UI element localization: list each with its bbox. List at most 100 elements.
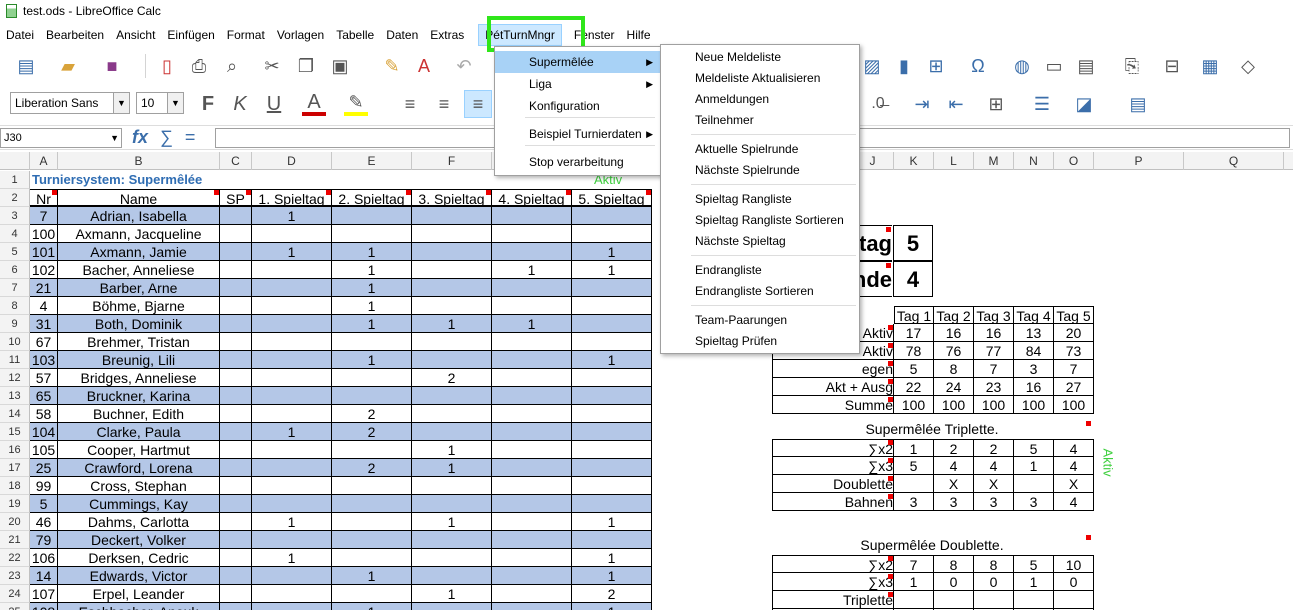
table-cell[interactable] [252,369,332,387]
row-header[interactable]: 3 [0,207,30,225]
table-cell[interactable]: 1 [572,513,652,531]
table-cell[interactable] [492,567,572,585]
row-header[interactable]: 11 [0,351,30,369]
submenu-item-3[interactable]: Teilnehmer [661,110,859,131]
table-cell[interactable]: 1 [332,297,412,315]
submenu-item-12[interactable]: Spieltag Prüfen [661,331,859,352]
row-header[interactable]: 5 [0,243,30,261]
menu-format[interactable]: Format [221,24,271,46]
submenu-item-9[interactable]: Endrangliste [661,260,859,281]
name-cell[interactable]: Brehmer, Tristan [58,333,220,351]
table-cell[interactable] [220,531,252,549]
table-cell[interactable] [332,225,412,243]
split-window-icon[interactable]: ▦ [1198,54,1222,78]
align-right-icon[interactable]: ≡ [464,90,492,118]
align-left-icon[interactable]: ≡ [398,92,422,116]
column-header-12[interactable]: M [974,152,1014,170]
row-header[interactable]: 10 [0,333,30,351]
table-cell[interactable]: 2 [412,369,492,387]
column-header-3[interactable]: D [252,152,332,170]
table-cell[interactable] [492,585,572,603]
table-cell[interactable]: 1 [572,603,652,610]
table-cell[interactable] [332,387,412,405]
table-cell[interactable] [572,405,652,423]
row-header[interactable]: 17 [0,459,30,477]
table-cell[interactable] [412,333,492,351]
table-cell[interactable]: 21 [30,279,58,297]
table-cell[interactable] [220,333,252,351]
name-cell[interactable]: Both, Dominik [58,315,220,333]
table-cell[interactable]: 100 [30,225,58,243]
table-cell[interactable]: 1 [412,585,492,603]
menu-item-2[interactable]: Konfiguration [495,95,661,117]
table-cell[interactable]: 1 [572,261,652,279]
menu-hilfe[interactable]: Hilfe [621,24,657,46]
table-cell[interactable] [252,261,332,279]
table-cell[interactable]: 1 [412,315,492,333]
function-wizard-icon[interactable]: fx [132,127,148,148]
table-cell[interactable] [492,441,572,459]
name-cell[interactable]: Buchner, Edith [58,405,220,423]
border-color-icon[interactable]: ◪ [1072,92,1096,116]
table-cell[interactable] [492,243,572,261]
table-cell[interactable] [332,531,412,549]
pivot-table-icon[interactable]: ⊞ [924,54,948,78]
row-header[interactable]: 23 [0,567,30,585]
table-cell[interactable]: 57 [30,369,58,387]
table-cell[interactable] [492,531,572,549]
row-header[interactable]: 22 [0,549,30,567]
table-cell[interactable]: 1 [252,513,332,531]
table-cell[interactable] [252,315,332,333]
table-cell[interactable] [412,477,492,495]
sum-icon[interactable]: ∑ [160,127,173,148]
table-cell[interactable]: 1 [572,243,652,261]
table-cell[interactable] [492,549,572,567]
table-cell[interactable] [572,387,652,405]
submenu-item-1[interactable]: Meldeliste Aktualisieren [661,68,859,89]
table-cell[interactable] [220,225,252,243]
table-cell[interactable] [220,423,252,441]
column-header-2[interactable]: C [220,152,252,170]
table-cell[interactable] [572,369,652,387]
table-cell[interactable]: 1 [332,567,412,585]
table-cell[interactable] [572,459,652,477]
export-pdf-icon[interactable]: ▯ [155,54,179,78]
table-cell[interactable]: 1 [332,351,412,369]
column-header-15[interactable]: P [1094,152,1184,170]
row-header[interactable]: 6 [0,261,30,279]
row-header[interactable]: 8 [0,297,30,315]
table-cell[interactable] [492,459,572,477]
delete-decimal-icon[interactable]: .0̶ [866,92,890,116]
table-cell[interactable] [220,351,252,369]
table-cell[interactable] [492,513,572,531]
align-center-icon[interactable]: ≡ [432,92,456,116]
table-cell[interactable]: 2 [332,423,412,441]
table-cell[interactable] [492,477,572,495]
print-icon[interactable]: ⎙ [187,54,211,78]
name-cell[interactable]: Edwards, Victor [58,567,220,585]
chevron-down-icon[interactable]: ▼ [113,93,129,113]
table-cell[interactable]: 5 [30,495,58,513]
row-header[interactable]: 13 [0,387,30,405]
table-cell[interactable] [220,405,252,423]
table-cell[interactable] [252,603,332,610]
comment-icon[interactable]: ▭ [1042,54,1066,78]
table-cell[interactable]: 1 [412,441,492,459]
font-size-combo[interactable]: 10 ▼ [136,92,184,114]
table-cell[interactable] [412,531,492,549]
name-cell[interactable]: Erpel, Leander [58,585,220,603]
table-cell[interactable] [572,531,652,549]
decrease-indent-icon[interactable]: ⇤ [944,92,968,116]
table-cell[interactable] [412,423,492,441]
column-header-16[interactable]: Q [1184,152,1284,170]
menu-tabelle[interactable]: Tabelle [330,24,380,46]
table-cell[interactable] [332,549,412,567]
table-cell[interactable] [252,405,332,423]
menu-item-1[interactable]: Liga ▶ [495,73,661,95]
table-cell[interactable] [220,477,252,495]
submenu-item-2[interactable]: Anmeldungen [661,89,859,110]
table-cell[interactable] [220,279,252,297]
table-cell[interactable] [220,243,252,261]
name-cell[interactable]: Böhme, Bjarne [58,297,220,315]
submenu-item-8[interactable]: Nächste Spieltag [661,231,859,252]
